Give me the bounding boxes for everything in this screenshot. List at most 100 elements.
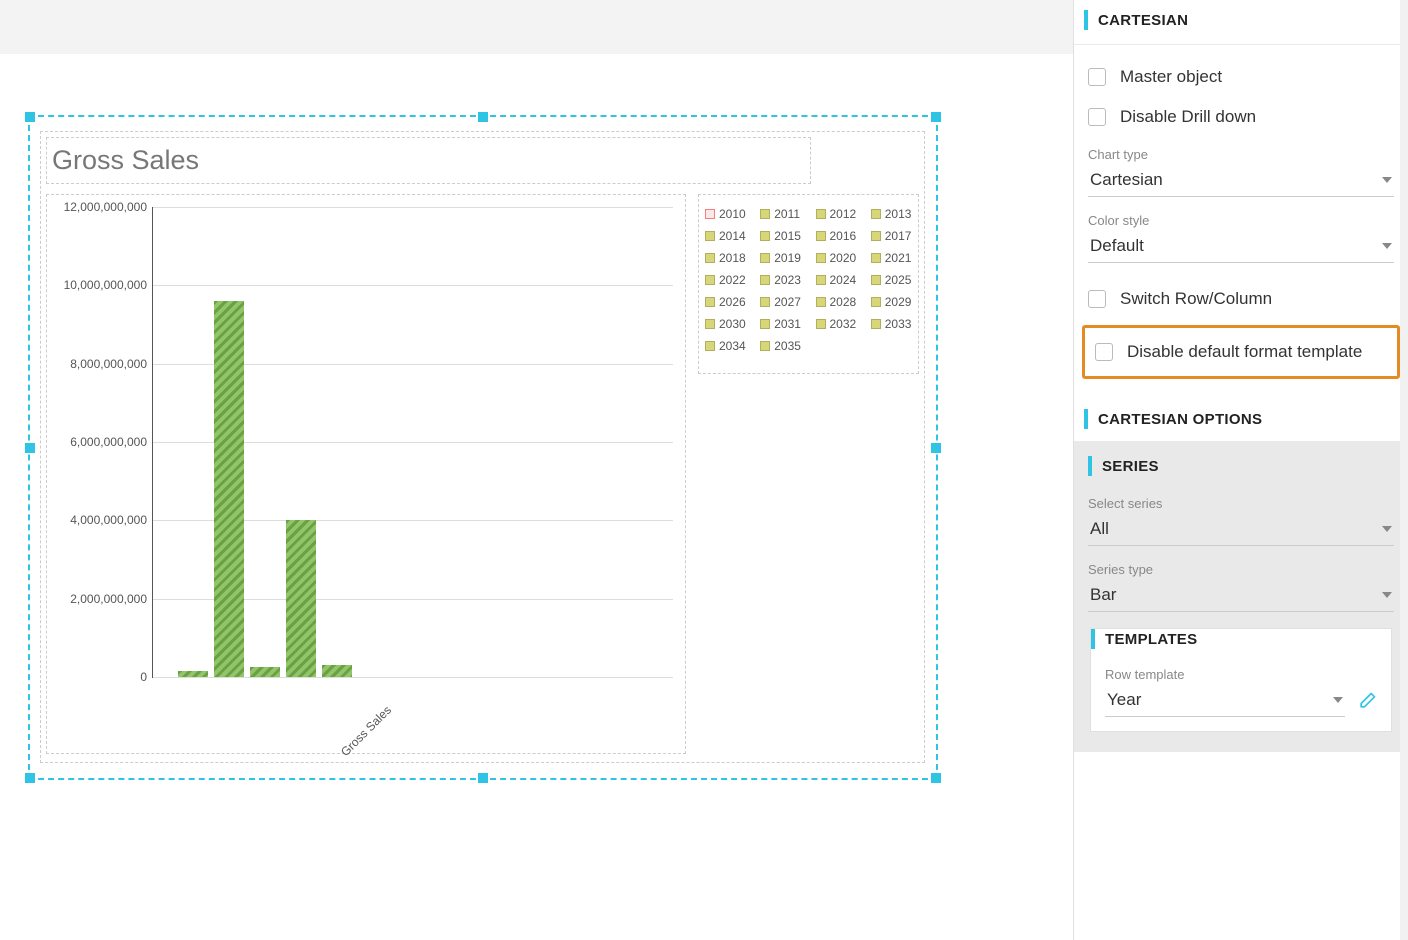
legend-item[interactable]: 2033 [871, 317, 912, 331]
legend-label: 2021 [885, 251, 912, 265]
legend-item[interactable]: 2017 [871, 229, 912, 243]
resize-handle-bl[interactable] [25, 773, 35, 783]
legend-swatch [871, 275, 881, 285]
legend-item[interactable]: 2019 [760, 251, 801, 265]
gridline [153, 677, 673, 678]
panel-scrollbar[interactable] [1400, 0, 1408, 940]
select-row-template[interactable]: Year [1105, 684, 1345, 717]
legend-item[interactable]: 2024 [816, 273, 857, 287]
resize-handle-tr[interactable] [931, 112, 941, 122]
select-series-type[interactable]: Bar [1088, 579, 1394, 612]
legend-item[interactable]: 2021 [871, 251, 912, 265]
chart-title: Gross Sales [52, 145, 805, 176]
checkbox-master-object[interactable]: Master object [1088, 57, 1394, 97]
checkbox-icon[interactable] [1088, 108, 1106, 126]
select-series[interactable]: All [1088, 513, 1394, 546]
legend-item[interactable]: 2011 [760, 207, 801, 221]
chart-bar [214, 301, 244, 677]
legend-item[interactable]: 2034 [705, 339, 746, 353]
section-title: CARTESIAN [1098, 12, 1188, 29]
legend-label: 2016 [830, 229, 857, 243]
checkbox-icon[interactable] [1088, 290, 1106, 308]
resize-handle-tm[interactable] [478, 112, 488, 122]
legend-item[interactable]: 2013 [871, 207, 912, 221]
legend-item[interactable]: 2031 [760, 317, 801, 331]
legend-item[interactable]: 2032 [816, 317, 857, 331]
legend-item[interactable]: 2027 [760, 295, 801, 309]
field-label: Color style [1088, 213, 1394, 228]
chart-plot[interactable]: 02,000,000,0004,000,000,0006,000,000,000… [46, 194, 686, 754]
chevron-down-icon [1382, 177, 1392, 183]
section-templates[interactable]: TEMPLATES [1091, 629, 1391, 659]
legend-swatch [816, 275, 826, 285]
resize-handle-bm[interactable] [478, 773, 488, 783]
section-title: TEMPLATES [1105, 631, 1197, 648]
legend-swatch [760, 319, 770, 329]
legend-swatch [760, 209, 770, 219]
field-chart-type: Chart type Cartesian [1088, 147, 1394, 197]
legend-label: 2025 [885, 273, 912, 287]
select-chart-type[interactable]: Cartesian [1088, 164, 1394, 197]
legend-item[interactable]: 2020 [816, 251, 857, 265]
legend-swatch [871, 253, 881, 263]
chart-xlabel: Gross Sales [338, 703, 394, 759]
edit-icon[interactable] [1357, 691, 1377, 717]
legend-label: 2027 [774, 295, 801, 309]
resize-handle-br[interactable] [931, 773, 941, 783]
checkbox-label: Master object [1120, 67, 1222, 87]
top-bar [0, 0, 1073, 54]
legend-swatch [816, 297, 826, 307]
checkbox-disable-default-format[interactable]: Disable default format template [1082, 325, 1400, 379]
legend-swatch [760, 231, 770, 241]
resize-handle-ml[interactable] [25, 443, 35, 453]
legend-item[interactable]: 2018 [705, 251, 746, 265]
select-value: Default [1090, 236, 1144, 256]
legend-label: 2026 [719, 295, 746, 309]
legend-item[interactable]: 2016 [816, 229, 857, 243]
legend-item[interactable]: 2028 [816, 295, 857, 309]
chart-legend[interactable]: 2010 2011 2012 2013 2014 2015 2016 2017 2018 2019… [698, 194, 919, 374]
legend-item[interactable]: 2010 [705, 207, 746, 221]
legend-swatch [871, 319, 881, 329]
checkbox-icon[interactable] [1095, 343, 1113, 361]
select-value: Year [1107, 690, 1141, 710]
select-color-style[interactable]: Default [1088, 230, 1394, 263]
legend-item[interactable]: 2029 [871, 295, 912, 309]
section-cartesian[interactable]: CARTESIAN [1074, 0, 1408, 45]
legend-swatch [871, 231, 881, 241]
properties-panel: CARTESIAN Master object Disable Drill do… [1073, 0, 1408, 940]
legend-item[interactable]: 2015 [760, 229, 801, 243]
legend-label: 2013 [885, 207, 912, 221]
legend-item[interactable]: 2012 [816, 207, 857, 221]
legend-item[interactable]: 2023 [760, 273, 801, 287]
chart-bar [178, 671, 208, 677]
legend-item[interactable]: 2025 [871, 273, 912, 287]
field-row-template: Row template Year [1105, 667, 1345, 717]
gridline [153, 207, 673, 208]
legend-item[interactable]: 2026 [705, 295, 746, 309]
checkbox-label: Disable Drill down [1120, 107, 1256, 127]
checkbox-disable-drill[interactable]: Disable Drill down [1088, 97, 1394, 137]
legend-swatch [760, 253, 770, 263]
chart-bar [322, 665, 352, 677]
checkbox-switch-rowcol[interactable]: Switch Row/Column [1088, 279, 1394, 319]
legend-item[interactable]: 2022 [705, 273, 746, 287]
legend-item[interactable]: 2030 [705, 317, 746, 331]
section-cartesian-options[interactable]: CARTESIAN OPTIONS [1074, 397, 1408, 442]
legend-item[interactable]: 2035 [760, 339, 801, 353]
y-tick-label: 10,000,000,000 [53, 278, 147, 292]
chart-title-box[interactable]: Gross Sales [46, 137, 811, 184]
resize-handle-tl[interactable] [25, 112, 35, 122]
legend-label: 2012 [830, 207, 857, 221]
section-series[interactable]: SERIES [1088, 456, 1394, 486]
resize-handle-mr[interactable] [931, 443, 941, 453]
legend-item[interactable]: 2014 [705, 229, 746, 243]
chart-bar [250, 667, 280, 677]
legend-label: 2035 [774, 339, 801, 353]
chart-object[interactable]: Gross Sales 02,000,000,0004,000,000,0006… [40, 131, 925, 763]
field-color-style: Color style Default [1088, 213, 1394, 263]
y-tick-label: 2,000,000,000 [53, 592, 147, 606]
checkbox-icon[interactable] [1088, 68, 1106, 86]
legend-swatch [705, 275, 715, 285]
field-series-type: Series type Bar [1088, 562, 1394, 612]
